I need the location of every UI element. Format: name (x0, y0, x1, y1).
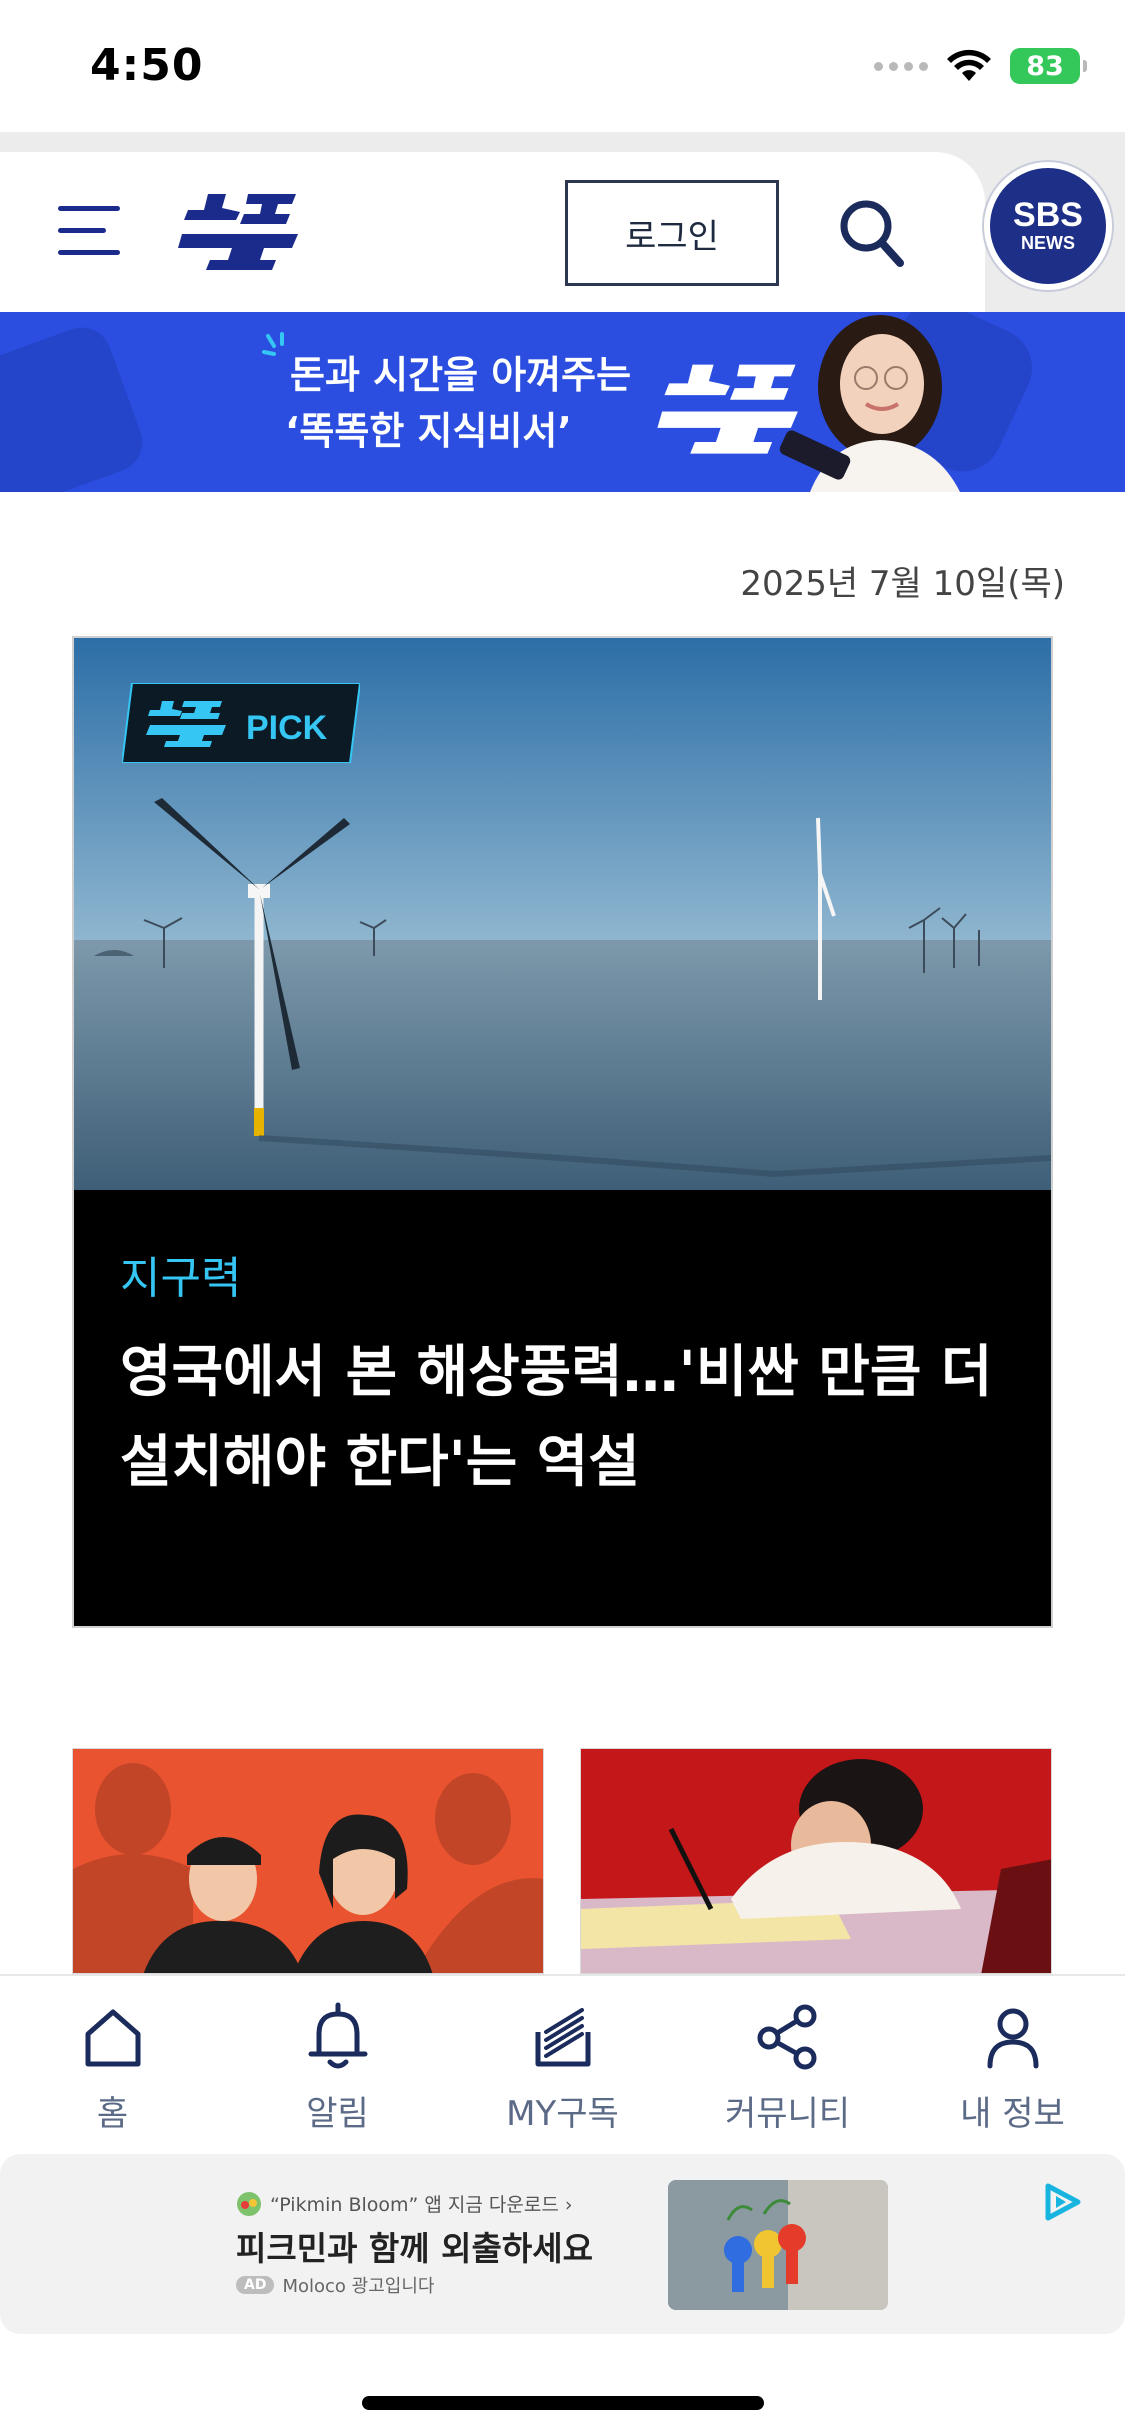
app-icon (237, 2191, 261, 2216)
ad-title: 피크민과 함께 외출하세요 (236, 2229, 593, 2268)
ad-image (668, 2180, 888, 2310)
nav-subscribe-label: MY구독 (506, 2094, 619, 2134)
battery-icon: 83 (1010, 48, 1087, 84)
home-indicator[interactable] (362, 2396, 764, 2410)
bell-icon (308, 2002, 367, 2069)
person-icon (987, 2008, 1038, 2069)
current-date: 2025년 7월 10일(목) (740, 564, 1065, 604)
news-label: NEWS (1021, 233, 1075, 253)
menu-icon[interactable] (58, 206, 120, 258)
nav-alerts-label: 알림 (306, 2094, 369, 2134)
home-icon (85, 2009, 140, 2067)
thumbnail-image (73, 1763, 543, 1973)
ad-tag: AD (236, 2276, 275, 2294)
ad-advertiser: Moloco 광고입니다 (282, 2276, 435, 2297)
article-thumbnail[interactable] (72, 1748, 544, 1974)
nav-profile[interactable]: 내 정보 (900, 1976, 1125, 2154)
feature-article-card[interactable]: PICK 지구력 영국에서 본 해상풍력…'비싼 만큼 더 설치해야 한다'는 … (72, 636, 1053, 1628)
spark-icon (262, 332, 284, 356)
search-icon[interactable] (836, 196, 906, 272)
status-icons: 83 (874, 48, 1087, 84)
nav-community-label: 커뮤니티 (724, 2094, 851, 2134)
nav-subscribe[interactable]: MY구독 (450, 1976, 675, 2154)
nav-alerts[interactable]: 알림 (225, 1976, 450, 2154)
thumbnail-image (581, 1749, 1051, 1973)
ad-app-text: “Pikmin Bloom” 앱 지금 다운로드 › (270, 2194, 573, 2216)
login-button[interactable]: 로그인 (565, 180, 779, 286)
nav-profile-label: 내 정보 (960, 2094, 1065, 2134)
pick-label: PICK (246, 709, 328, 747)
nav-home[interactable]: 홈 (0, 1976, 225, 2154)
banner-headline: 돈과 시간을 아껴주는 (290, 353, 632, 397)
status-bar: 4:50 83 (0, 0, 1125, 132)
share-icon (757, 2004, 816, 2070)
battery-level: 83 (1026, 50, 1064, 82)
subusu-logo[interactable] (178, 190, 302, 272)
ad-sub: AD Moloco 광고입니다 (236, 2272, 434, 2298)
bottom-navigation: 홈 알림 MY구독 커뮤니티 내 정보 (0, 1974, 1125, 2154)
wifi-icon (947, 49, 991, 81)
ad-choices-icon[interactable] (1040, 2180, 1084, 2224)
pick-badge: PICK (122, 683, 360, 763)
ad-app-line: “Pikmin Bloom” 앱 지금 다운로드 › (236, 2190, 572, 2217)
article-thumbnail[interactable] (580, 1748, 1052, 1974)
nav-community[interactable]: 커뮤니티 (675, 1976, 900, 2154)
ad-banner[interactable]: “Pikmin Bloom” 앱 지금 다운로드 › 피크민과 함께 외출하세요… (0, 2154, 1125, 2334)
sbs-label: SBS (1013, 196, 1083, 234)
feature-category[interactable]: 지구력 (120, 1242, 241, 1306)
feature-image: PICK (74, 638, 1051, 1190)
promo-banner[interactable]: 돈과 시간을 아껴주는 ‘똑똑한 지식비서’ (0, 312, 1125, 492)
nav-home-label: 홈 (96, 2094, 129, 2134)
sbs-news-button[interactable]: SBS NEWS (984, 162, 1112, 290)
stack-icon (535, 2008, 590, 2067)
banner-subline: ‘똑똑한 지식비서’ (285, 409, 572, 453)
feature-title[interactable]: 영국에서 본 해상풍력…'비싼 만큼 더 설치해야 한다'는 역설 (120, 1328, 1020, 1508)
banner-presenter-image (779, 315, 960, 492)
cellular-signal-icon (874, 61, 928, 71)
status-time: 4:50 (90, 40, 204, 91)
